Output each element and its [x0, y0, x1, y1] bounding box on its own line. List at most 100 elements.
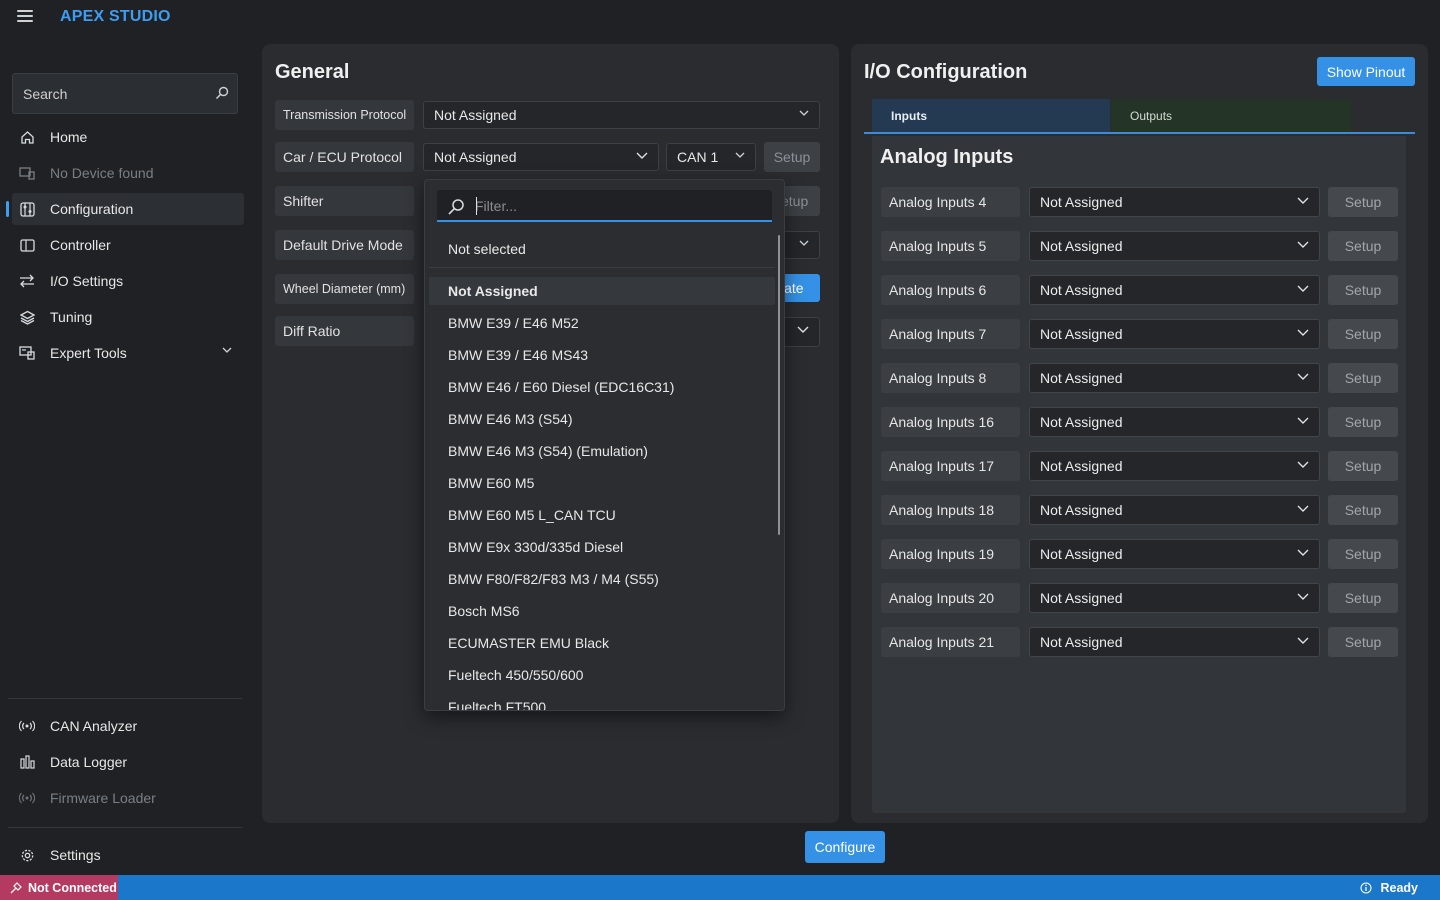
wheel-diameter-calculate-button[interactable]: late [781, 274, 820, 302]
analog-input-label: Analog Inputs 5 [881, 231, 1020, 261]
default-drive-mode-select[interactable] [781, 231, 820, 259]
io-arrows-icon [18, 272, 36, 290]
analog-input-setup-button[interactable]: Setup [1328, 495, 1398, 525]
analog-input-select[interactable]: Not Assigned [1029, 319, 1320, 349]
dropdown-option[interactable]: Bosch MS6 [429, 597, 775, 625]
analog-input-value: Not Assigned [1040, 194, 1123, 210]
sidebar-item-data-logger[interactable]: Data Logger [12, 746, 244, 778]
car-ecu-protocol-dropdown: Not selected Not Assigned BMW E39 / E46 … [424, 179, 785, 711]
analog-input-label: Analog Inputs 16 [881, 407, 1020, 437]
sidebar-item-label: I/O Settings [50, 273, 124, 289]
dropdown-option[interactable]: BMW E9x 330d/335d Diesel [429, 533, 775, 561]
sidebar-item-can-analyzer[interactable]: CAN Analyzer [12, 710, 244, 742]
analog-input-setup-button[interactable]: Setup [1328, 363, 1398, 393]
general-title: General [275, 61, 350, 83]
dropdown-option[interactable]: ECUMASTER EMU Black [429, 629, 775, 657]
analog-input-select[interactable]: Not Assigned [1029, 495, 1320, 525]
analog-input-label: Analog Inputs 8 [881, 363, 1020, 393]
dropdown-option[interactable]: BMW E60 M5 [429, 469, 775, 497]
chevron-down-icon [1297, 637, 1309, 644]
analog-input-select[interactable]: Not Assigned [1029, 627, 1320, 657]
sidebar-item-expert-tools[interactable]: Expert Tools [12, 337, 244, 369]
filter-input[interactable] [475, 192, 765, 220]
dropdown-option-not-selected[interactable]: Not selected [429, 235, 775, 263]
analog-input-select[interactable]: Not Assigned [1029, 451, 1320, 481]
connection-status[interactable]: Not Connected [0, 875, 118, 900]
gear-icon [18, 846, 36, 864]
app-window: APEX STUDIO Home No Device found Configu… [0, 0, 1440, 900]
analog-input-setup-button[interactable]: Setup [1328, 231, 1398, 261]
sidebar: Home No Device found Configuration Contr… [0, 33, 250, 875]
search-input[interactable] [13, 74, 203, 113]
can-bus-select[interactable]: CAN 1 [666, 143, 756, 171]
hamburger-menu-icon[interactable] [17, 10, 33, 22]
sidebar-item-configuration[interactable]: Configuration [6, 193, 244, 225]
analog-input-setup-button[interactable]: Setup [1328, 451, 1398, 481]
sidebar-item-no-device[interactable]: No Device found [12, 157, 244, 189]
shifter-label: Shifter [275, 186, 414, 216]
dropdown-option[interactable]: BMW E39 / E46 MS43 [429, 341, 775, 369]
dropdown-option[interactable]: BMW E39 / E46 M52 [429, 309, 775, 337]
analog-input-select[interactable]: Not Assigned [1029, 363, 1320, 393]
sidebar-item-tuning[interactable]: Tuning [12, 301, 244, 333]
sidebar-item-controller[interactable]: Controller [12, 229, 244, 261]
sidebar-item-label: Settings [50, 847, 101, 863]
sidebar-item-io-settings[interactable]: I/O Settings [12, 265, 244, 297]
sidebar-item-home[interactable]: Home [12, 121, 244, 153]
analog-input-label: Analog Inputs 19 [881, 539, 1020, 569]
dropdown-option[interactable]: BMW E46 M3 (S54) (Emulation) [429, 437, 775, 465]
chart-icon [18, 753, 36, 771]
chevron-down-icon [1297, 285, 1309, 292]
info-icon [1360, 881, 1373, 894]
app-title: APEX STUDIO [60, 8, 171, 25]
configure-button[interactable]: Configure [805, 831, 885, 863]
car-ecu-setup-button[interactable]: Setup [764, 142, 820, 172]
car-ecu-protocol-select[interactable]: Not Assigned [423, 143, 659, 171]
diff-ratio-select[interactable] [781, 317, 820, 347]
tab-inputs[interactable]: Inputs [872, 99, 1110, 132]
analog-input-value: Not Assigned [1040, 502, 1123, 518]
sidebar-item-label: Controller [50, 237, 111, 253]
show-pinout-button[interactable]: Show Pinout [1317, 57, 1415, 86]
sidebar-item-firmware-loader[interactable]: Firmware Loader [12, 782, 244, 814]
sidebar-item-label: Tuning [50, 309, 93, 325]
shifter-setup-button[interactable]: etup [781, 186, 820, 216]
dropdown-option[interactable]: BMW E46 M3 (S54) [429, 405, 775, 433]
analog-input-value: Not Assigned [1040, 414, 1123, 430]
chevron-down-icon [799, 240, 809, 246]
analog-input-setup-button[interactable]: Setup [1328, 539, 1398, 569]
dropdown-option[interactable]: Not Assigned [429, 277, 775, 305]
dropdown-option[interactable]: BMW E46 / E60 Diesel (EDC16C31) [429, 373, 775, 401]
analog-input-setup-button[interactable]: Setup [1328, 187, 1398, 217]
analog-input-value: Not Assigned [1040, 458, 1123, 474]
search-icon[interactable] [215, 86, 229, 100]
analog-input-select[interactable]: Not Assigned [1029, 407, 1320, 437]
tab-outputs[interactable]: Outputs [1111, 99, 1351, 132]
dropdown-option[interactable]: BMW E60 M5 L_CAN TCU [429, 501, 775, 529]
transmission-protocol-select[interactable]: Not Assigned [423, 101, 820, 129]
analog-input-setup-button[interactable]: Setup [1328, 275, 1398, 305]
can-bus-value: CAN 1 [677, 149, 719, 165]
analog-input-select[interactable]: Not Assigned [1029, 231, 1320, 261]
analog-input-select[interactable]: Not Assigned [1029, 187, 1320, 217]
analog-input-setup-button[interactable]: Setup [1328, 583, 1398, 613]
status-bar: Not Connected Ready [0, 875, 1440, 900]
dropdown-option[interactable]: Fueltech 450/550/600 [429, 661, 775, 689]
analog-input-select[interactable]: Not Assigned [1029, 539, 1320, 569]
sidebar-item-settings[interactable]: Settings [12, 839, 244, 871]
analog-input-setup-button[interactable]: Setup [1328, 407, 1398, 437]
analog-input-value: Not Assigned [1040, 634, 1123, 650]
tab-indicator [864, 132, 1415, 134]
chevron-down-icon [222, 347, 232, 353]
analog-input-select[interactable]: Not Assigned [1029, 583, 1320, 613]
analog-input-setup-button[interactable]: Setup [1328, 627, 1398, 657]
dropdown-option[interactable]: Fueltech FT500 [429, 693, 775, 710]
dropdown-option[interactable]: BMW F80/F82/F83 M3 / M4 (S55) [429, 565, 775, 593]
analog-input-value: Not Assigned [1040, 282, 1123, 298]
analog-input-label: Analog Inputs 21 [881, 627, 1020, 657]
analog-input-label: Analog Inputs 17 [881, 451, 1020, 481]
analog-input-setup-button[interactable]: Setup [1328, 319, 1398, 349]
dropdown-scrollbar[interactable] [778, 235, 780, 535]
analog-input-select[interactable]: Not Assigned [1029, 275, 1320, 305]
sidebar-search [12, 73, 238, 114]
